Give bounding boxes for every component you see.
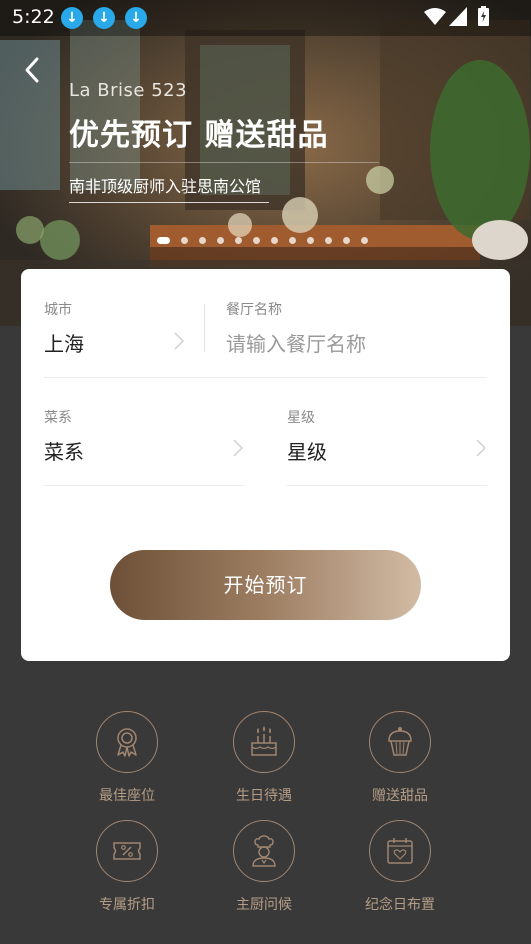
star-rating-value: 星级 <box>287 440 327 464</box>
carousel-dot[interactable] <box>307 237 314 244</box>
city-selector[interactable]: 城市 上海 <box>44 299 189 357</box>
perk-label: 生日待遇 <box>236 788 292 804</box>
star-rating-label: 星级 <box>287 410 315 426</box>
restaurant-name-field[interactable]: 餐厅名称 请输入餐厅名称 <box>226 299 491 357</box>
perk-anniversary-setup[interactable]: 纪念日布置 <box>340 820 460 914</box>
back-arrow-icon[interactable] <box>20 56 44 84</box>
download-icon: ↓ <box>125 7 147 29</box>
carousel-dot[interactable] <box>361 237 368 244</box>
promo-subline: 南非顶级厨师入驻思南公馆 <box>69 177 262 196</box>
carousel-dot[interactable] <box>271 237 278 244</box>
perk-free-dessert[interactable]: 赠送甜品 <box>340 711 460 805</box>
carousel-dot[interactable] <box>253 237 260 244</box>
carousel-dot[interactable] <box>217 237 224 244</box>
city-value: 上海 <box>44 332 84 356</box>
medal-icon <box>96 711 158 773</box>
carousel-dot[interactable] <box>181 237 188 244</box>
chevron-right-icon <box>174 332 184 350</box>
divider <box>69 162 379 163</box>
restaurant-name-input[interactable]: 请输入餐厅名称 <box>226 328 491 357</box>
restaurant-name-label: 餐厅名称 <box>226 302 282 318</box>
cuisine-label: 菜系 <box>44 410 72 426</box>
cuisine-selector[interactable]: 菜系 菜系 <box>44 407 244 465</box>
perk-birthday[interactable]: 生日待遇 <box>204 711 324 805</box>
booking-card: 城市 上海 餐厅名称 请输入餐厅名称 菜系 菜系 星级 星级 开始预订 <box>21 269 510 661</box>
carousel-dot[interactable] <box>235 237 242 244</box>
perk-label: 主厨问候 <box>236 897 292 913</box>
status-bar: 5:22 ↓ ↓ ↓ <box>0 0 531 36</box>
battery-charging-icon <box>478 6 489 26</box>
perk-exclusive-discount[interactable]: 专属折扣 <box>67 820 187 914</box>
download-icon: ↓ <box>93 7 115 29</box>
discount-coupon-icon <box>96 820 158 882</box>
carousel-dot[interactable] <box>343 237 350 244</box>
carousel-dot-active[interactable] <box>157 237 170 244</box>
start-booking-button[interactable]: 开始预订 <box>110 550 421 620</box>
calendar-heart-icon <box>369 820 431 882</box>
perk-label: 纪念日布置 <box>365 897 435 913</box>
city-label: 城市 <box>44 302 72 318</box>
carousel-dot[interactable] <box>325 237 332 244</box>
perk-label: 最佳座位 <box>99 788 155 804</box>
download-icon: ↓ <box>61 7 83 29</box>
divider <box>204 304 205 352</box>
restaurant-brand: La Brise 523 <box>69 80 188 101</box>
divider <box>287 485 487 486</box>
cuisine-value: 菜系 <box>44 440 84 464</box>
divider <box>69 202 269 203</box>
cupcake-icon <box>369 711 431 773</box>
signal-icon <box>449 7 467 26</box>
perk-chef-greeting[interactable]: 主厨问候 <box>204 820 324 914</box>
perk-label: 赠送甜品 <box>372 788 428 804</box>
carousel-dot[interactable] <box>289 237 296 244</box>
chevron-right-icon <box>476 439 486 457</box>
promo-headline: 优先预订 赠送甜品 <box>69 118 329 153</box>
birthday-cake-icon <box>233 711 295 773</box>
carousel-dot[interactable] <box>199 237 206 244</box>
divider <box>44 485 244 486</box>
star-rating-selector[interactable]: 星级 星级 <box>287 407 487 465</box>
chevron-right-icon <box>233 439 243 457</box>
chef-icon <box>233 820 295 882</box>
perk-best-seat[interactable]: 最佳座位 <box>67 711 187 805</box>
perk-label: 专属折扣 <box>99 897 155 913</box>
divider <box>44 377 487 378</box>
status-time: 5:22 <box>12 6 55 28</box>
wifi-icon <box>424 8 446 25</box>
